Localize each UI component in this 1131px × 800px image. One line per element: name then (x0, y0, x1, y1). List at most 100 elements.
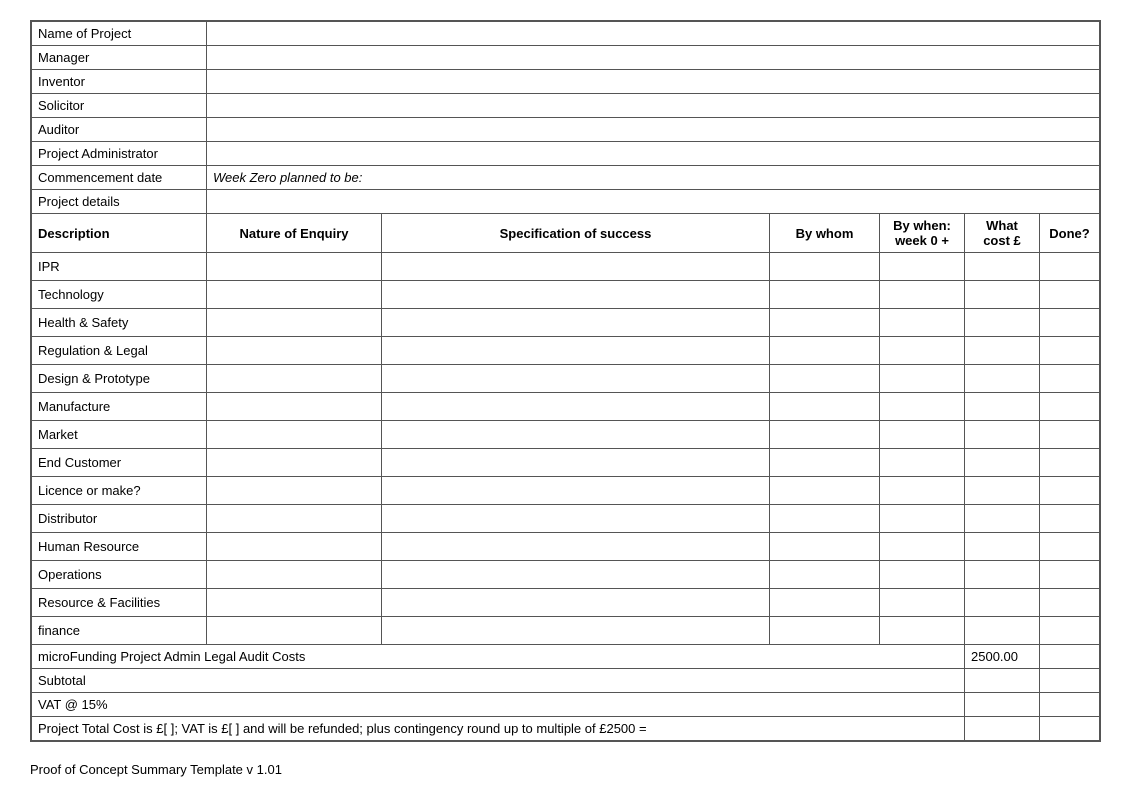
col-header-cost: What cost £ (965, 214, 1040, 253)
row-bywhom (770, 533, 880, 561)
row-spec (382, 561, 770, 589)
footer-row: VAT @ 15% (32, 693, 1100, 717)
col-header-done: Done? (1040, 214, 1100, 253)
row-done (1040, 309, 1100, 337)
top-field-row: Commencement date Week Zero planned to b… (32, 166, 1100, 190)
row-bywhom (770, 281, 880, 309)
row-bywhen (880, 533, 965, 561)
row-done (1040, 561, 1100, 589)
col-header-spec: Specification of success (382, 214, 770, 253)
top-field-row: Auditor (32, 118, 1100, 142)
row-description: Resource & Facilities (32, 589, 207, 617)
footer-cost (965, 717, 1040, 741)
row-nature (207, 365, 382, 393)
row-spec (382, 309, 770, 337)
row-done (1040, 337, 1100, 365)
table-row: Distributor (32, 505, 1100, 533)
row-done (1040, 365, 1100, 393)
row-spec (382, 281, 770, 309)
table-row: Operations (32, 561, 1100, 589)
footer-cost (965, 669, 1040, 693)
row-cost (965, 421, 1040, 449)
row-nature (207, 393, 382, 421)
col-header-nature: Nature of Enquiry (207, 214, 382, 253)
column-header-row: Description Nature of Enquiry Specificat… (32, 214, 1100, 253)
row-done (1040, 589, 1100, 617)
row-nature (207, 253, 382, 281)
row-description: Health & Safety (32, 309, 207, 337)
table-row: finance (32, 617, 1100, 645)
top-field-value: Week Zero planned to be: (207, 166, 1100, 190)
main-table-wrapper: Name of Project Manager Inventor Solicit… (30, 20, 1101, 742)
table-row: End Customer (32, 449, 1100, 477)
col-header-bywhom: By whom (770, 214, 880, 253)
table-row: Licence or make? (32, 477, 1100, 505)
row-description: Regulation & Legal (32, 337, 207, 365)
footer-done (1040, 717, 1100, 741)
footer-row: microFunding Project Admin Legal Audit C… (32, 645, 1100, 669)
row-spec (382, 617, 770, 645)
top-field-label: Solicitor (32, 94, 207, 118)
table-row: Human Resource (32, 533, 1100, 561)
table-row: Regulation & Legal (32, 337, 1100, 365)
row-bywhen (880, 309, 965, 337)
row-description: IPR (32, 253, 207, 281)
top-field-row: Manager (32, 46, 1100, 70)
row-description: Licence or make? (32, 477, 207, 505)
top-field-label: Name of Project (32, 22, 207, 46)
top-field-row: Project Administrator (32, 142, 1100, 166)
row-nature (207, 309, 382, 337)
top-field-value (207, 118, 1100, 142)
row-nature (207, 449, 382, 477)
row-bywhom (770, 449, 880, 477)
footer-row: Subtotal (32, 669, 1100, 693)
row-nature (207, 505, 382, 533)
row-spec (382, 421, 770, 449)
row-spec (382, 477, 770, 505)
table-row: Resource & Facilities (32, 589, 1100, 617)
footer-done (1040, 645, 1100, 669)
row-done (1040, 533, 1100, 561)
row-cost (965, 561, 1040, 589)
table-row: Market (32, 421, 1100, 449)
row-done (1040, 449, 1100, 477)
footer-cost (965, 693, 1040, 717)
footer-label: Subtotal (32, 669, 965, 693)
row-description: Manufacture (32, 393, 207, 421)
top-field-value (207, 142, 1100, 166)
footer-label: Project Total Cost is £[ ]; VAT is £[ ] … (32, 717, 965, 741)
row-bywhen (880, 365, 965, 393)
row-done (1040, 617, 1100, 645)
row-cost (965, 253, 1040, 281)
row-cost (965, 365, 1040, 393)
row-bywhom (770, 309, 880, 337)
row-done (1040, 505, 1100, 533)
top-field-row: Inventor (32, 70, 1100, 94)
footer-label: microFunding Project Admin Legal Audit C… (32, 645, 965, 669)
footer-cost: 2500.00 (965, 645, 1040, 669)
row-spec (382, 253, 770, 281)
row-bywhen (880, 477, 965, 505)
row-cost (965, 477, 1040, 505)
row-nature (207, 477, 382, 505)
row-nature (207, 533, 382, 561)
row-spec (382, 589, 770, 617)
row-description: Human Resource (32, 533, 207, 561)
top-field-row: Name of Project (32, 22, 1100, 46)
row-bywhom (770, 393, 880, 421)
top-field-value (207, 94, 1100, 118)
row-spec (382, 505, 770, 533)
row-nature (207, 421, 382, 449)
footer-done (1040, 693, 1100, 717)
row-nature (207, 337, 382, 365)
row-description: Technology (32, 281, 207, 309)
col-header-bywhen: By when: week 0 + (880, 214, 965, 253)
row-bywhom (770, 477, 880, 505)
top-field-label: Manager (32, 46, 207, 70)
row-bywhen (880, 337, 965, 365)
top-field-label: Project details (32, 190, 207, 214)
row-bywhen (880, 421, 965, 449)
row-bywhom (770, 589, 880, 617)
row-bywhom (770, 365, 880, 393)
row-spec (382, 393, 770, 421)
